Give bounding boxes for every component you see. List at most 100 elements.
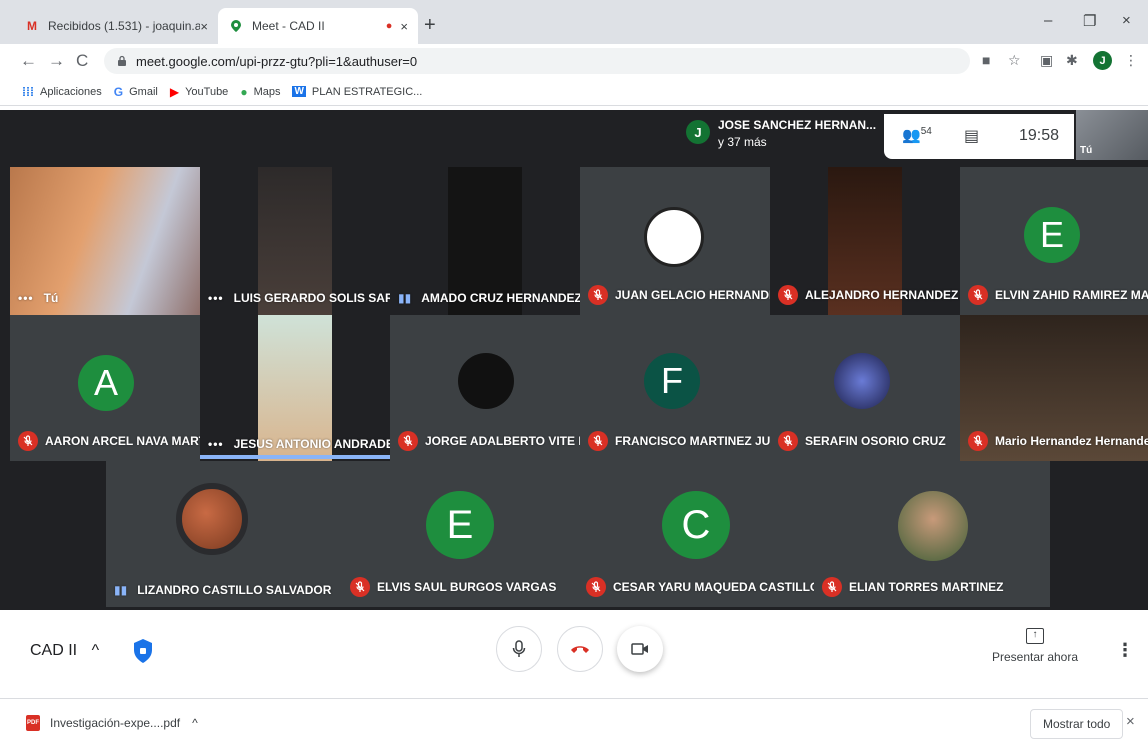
participant-tile[interactable]: JUAN GELACIO HERNANDE...: [580, 167, 770, 315]
avatar: [458, 353, 514, 409]
download-item[interactable]: PDF Investigación-expe....pdf ^: [26, 715, 198, 731]
bookmark-gmail[interactable]: G Gmail: [114, 85, 158, 99]
mic-off-icon: [822, 577, 842, 597]
shield-icon[interactable]: [132, 638, 154, 664]
meeting-info-panel: 👥54 ▤ 19:58: [884, 114, 1074, 159]
bookmark-youtube[interactable]: ▶ YouTube: [170, 85, 228, 99]
participant-tile[interactable]: •••LUIS GERARDO SOLIS SARRO: [200, 167, 390, 315]
mic-off-icon: [778, 431, 798, 451]
mic-off-icon: [398, 431, 418, 451]
participant-tile[interactable]: SERAFIN OSORIO CRUZ: [770, 315, 960, 461]
hang-up-button[interactable]: [557, 626, 603, 672]
show-all-button[interactable]: Mostrar todo: [1030, 709, 1124, 739]
mic-off-icon: [18, 431, 38, 451]
participant-tile[interactable]: F FRANCISCO MARTINEZ JU...: [580, 315, 770, 461]
mic-off-icon: [968, 431, 988, 451]
maps-icon: ●: [240, 84, 248, 99]
avatar: C: [662, 491, 730, 559]
back-arrow-icon[interactable]: ←: [20, 51, 37, 71]
avatar: J: [686, 120, 710, 144]
bookmark-plan[interactable]: W PLAN ESTRATEGIC...: [292, 86, 422, 98]
present-screen-icon: ↑: [1026, 628, 1044, 644]
meeting-details-button[interactable]: CAD II ^: [30, 642, 99, 660]
participants-button[interactable]: 👥54: [902, 126, 932, 144]
menu-icon[interactable]: ⋮: [1124, 52, 1138, 69]
participant-tile[interactable]: ••• Tú: [10, 167, 200, 315]
chevron-up-icon[interactable]: ^: [192, 716, 198, 730]
bookmark-apps[interactable]: ⁞⁞⁞ Aplicaciones: [22, 85, 102, 99]
participant-tile[interactable]: ELIAN TORRES MARTINEZ: [814, 461, 1050, 607]
bookmark-maps[interactable]: ● Maps: [240, 85, 280, 99]
browser-window: M Recibidos (1.531) - joaquin.alvarez × …: [0, 0, 1148, 752]
tab-close-icon[interactable]: ×: [200, 19, 208, 34]
extension-icon[interactable]: ▣: [1040, 52, 1053, 69]
browser-toolbar: ← → C meet.google.com/upi-przz-gtu?pli=1…: [0, 44, 1148, 78]
gmail-icon: M: [27, 19, 37, 33]
participant-tile[interactable]: Mario Hernandez Hernandez: [960, 315, 1148, 461]
meeting-clock: 19:58: [1019, 127, 1060, 144]
mic-off-icon: [968, 285, 988, 305]
reload-icon[interactable]: C: [76, 51, 88, 71]
bookmarks-bar: ⁞⁞⁞ Aplicaciones G Gmail ▶ YouTube ● Map…: [0, 78, 1148, 106]
document-icon: W: [292, 86, 306, 97]
url-text: meet.google.com/upi-przz-gtu?pli=1&authu…: [136, 53, 418, 69]
video-camera-icon: [631, 643, 648, 655]
mic-off-icon: [588, 285, 608, 305]
avatar: E: [426, 491, 494, 559]
participant-tile[interactable]: E ELVIS SAUL BURGOS VARGAS: [342, 461, 578, 607]
mic-off-icon: [588, 431, 608, 451]
download-shelf: PDF Investigación-expe....pdf ^ Mostrar …: [0, 698, 1148, 752]
mic-off-icon: [586, 577, 606, 597]
participant-tile[interactable]: JORGE ADALBERTO VITE H...: [390, 315, 580, 461]
phone-hangup-icon: [571, 646, 589, 653]
window-close-button[interactable]: ×: [1122, 12, 1131, 29]
puzzle-icon[interactable]: ✱: [1066, 52, 1078, 69]
participant-tile[interactable]: ••• JESUS ANTONIO ANDRADE ...: [200, 315, 390, 461]
camera-icon[interactable]: ■: [982, 52, 990, 68]
avatar: F: [644, 353, 700, 409]
more-options-icon[interactable]: •••: [208, 437, 224, 451]
tab-close-icon[interactable]: ×: [400, 19, 408, 34]
new-tab-button[interactable]: +: [424, 14, 436, 37]
youtube-icon: ▶: [169, 84, 180, 99]
present-now-button[interactable]: ↑ Presentar ahora: [990, 628, 1080, 664]
speaking-indicator-icon: ▮▮: [114, 583, 128, 597]
tab-strip: M Recibidos (1.531) - joaquin.alvarez × …: [0, 0, 1148, 44]
microphone-button[interactable]: [496, 626, 542, 672]
participant-tile[interactable]: A AARON ARCEL NAVA MART...: [10, 315, 200, 461]
avatar: A: [78, 355, 134, 411]
profile-avatar[interactable]: J: [1093, 51, 1112, 70]
tab-gmail[interactable]: M Recibidos (1.531) - joaquin.alvarez ×: [14, 8, 218, 44]
restore-button[interactable]: ❐: [1083, 12, 1096, 30]
minimize-button[interactable]: –: [1044, 12, 1052, 29]
meet-icon: [228, 18, 244, 34]
google-icon: G: [113, 84, 124, 99]
avatar: [176, 483, 248, 555]
self-view-thumbnail[interactable]: Tú: [1076, 110, 1148, 160]
address-bar[interactable]: meet.google.com/upi-przz-gtu?pli=1&authu…: [104, 48, 970, 74]
recording-icon: ●: [385, 20, 393, 32]
participant-tile[interactable]: ▮▮ LIZANDRO CASTILLO SALVADOR: [106, 461, 342, 607]
speaking-indicator-icon: ▮▮: [398, 291, 412, 305]
people-icon: 👥: [902, 127, 921, 144]
lock-icon: [118, 55, 126, 66]
chat-icon[interactable]: ▤: [964, 126, 979, 146]
participant-tile[interactable]: E ELVIN ZAHID RAMIREZ MA...: [960, 167, 1148, 315]
participant-tile[interactable]: ▮▮ AMADO CRUZ HERNANDEZ: [390, 167, 580, 315]
more-options-icon[interactable]: •••: [18, 291, 34, 305]
tab-title: Meet - CAD II: [252, 19, 325, 33]
tab-title: Recibidos (1.531) - joaquin.alvarez: [48, 19, 201, 33]
bookmark-star-icon[interactable]: ☆: [1008, 52, 1021, 69]
more-options-icon[interactable]: ⋮: [1116, 640, 1134, 661]
tab-meet[interactable]: Meet - CAD II ● ×: [218, 8, 418, 44]
more-options-icon[interactable]: •••: [208, 291, 224, 305]
participant-tile[interactable]: C CESAR YARU MAQUEDA CASTILLO: [578, 461, 814, 607]
meeting-controls: CAD II ^ ↑ Presentar ahora ⋮: [0, 610, 1148, 698]
forward-arrow-icon[interactable]: →: [48, 51, 65, 71]
close-shelf-icon[interactable]: ×: [1126, 713, 1135, 730]
chevron-up-icon: ^: [91, 642, 100, 659]
camera-button[interactable]: [617, 626, 663, 672]
pdf-file-icon: PDF: [26, 715, 40, 731]
mic-off-icon: [350, 577, 370, 597]
participant-tile[interactable]: ALEJANDRO HERNANDEZ ...: [770, 167, 960, 315]
